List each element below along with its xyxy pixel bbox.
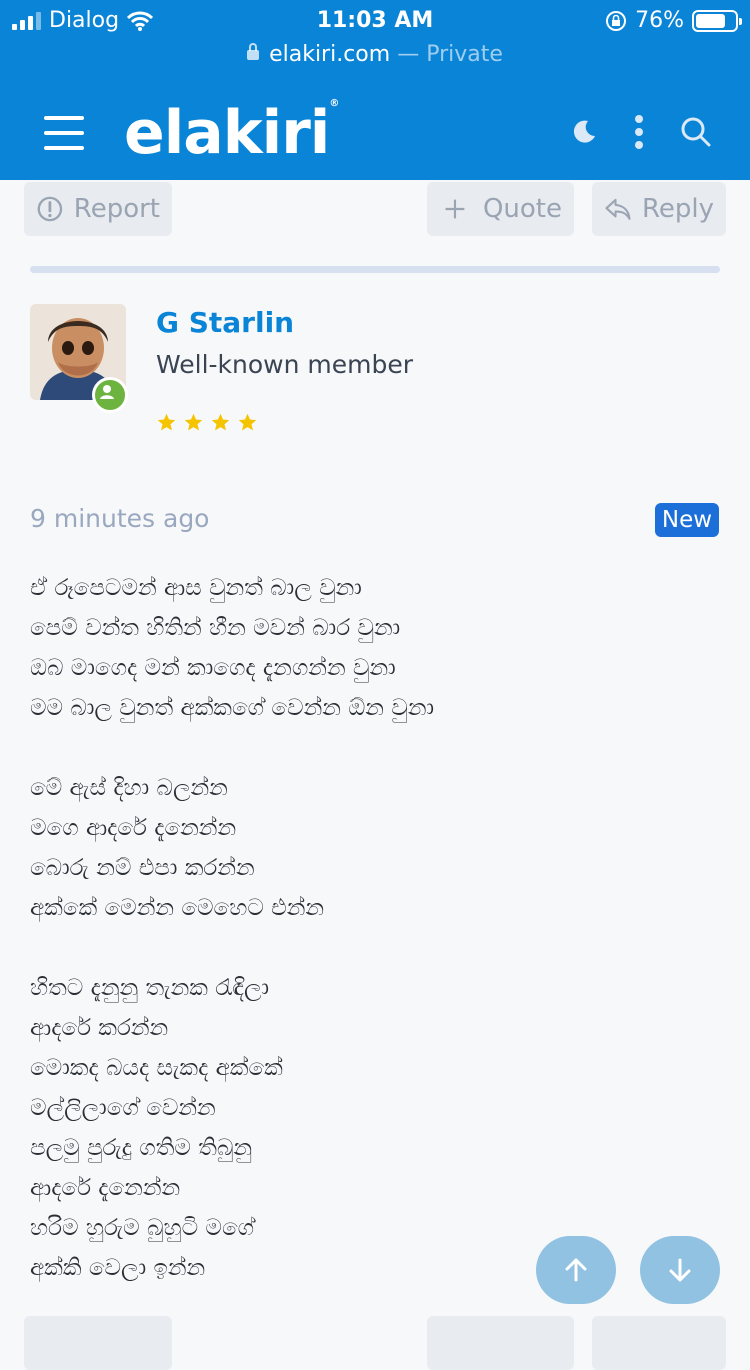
browser-header: Dialog 11:03 AM 76% elakiri.com — Privat… — [0, 0, 750, 180]
post-author[interactable]: G Starlin — [156, 306, 294, 339]
reply-icon — [605, 198, 631, 220]
alert-circle-icon — [37, 196, 63, 222]
post-line: හිතට දැනුනු තැනක රැඳිලා — [30, 975, 270, 1001]
scroll-down-button[interactable] — [640, 1236, 720, 1304]
post-line: බොරු නම් එපා කරන්න — [30, 855, 255, 881]
post-line: ආදරේ දැනෙන්න — [30, 1175, 181, 1201]
post-line: අක්කේ මෙන්න මෙහෙට එන්න — [30, 895, 325, 921]
scroll-up-button[interactable] — [536, 1236, 616, 1304]
post-line: ඒ රූපෙටමන් ආස වුනත් බාල වුනා — [30, 575, 362, 601]
post-line: මේ ඇස් දිහා බලන්න — [30, 775, 228, 801]
site-logo[interactable]: elakiri® — [124, 98, 339, 168]
quote-button[interactable]: Quote — [427, 182, 574, 236]
private-mode-label: — Private — [397, 42, 503, 67]
star-icon — [184, 413, 203, 431]
post-line-break — [30, 728, 434, 768]
next-reply-button[interactable] — [592, 1316, 726, 1370]
post-line: මොකද බයද සැකද අක්කේ — [30, 1055, 283, 1081]
site-navbar: elakiri® — [0, 90, 750, 180]
quote-label: Quote — [482, 194, 562, 224]
online-status-icon — [92, 377, 128, 413]
report-button[interactable]: Report — [24, 182, 172, 236]
battery-percent: 76% — [635, 8, 684, 33]
battery-info: 76% — [605, 8, 742, 33]
logo-text: elakiri — [124, 98, 330, 168]
post-divider — [30, 266, 720, 273]
post-line: ඔබ මාගෙද මන් කාගෙද දැනගන්න වුනා — [30, 655, 396, 681]
scroll-down-icon — [669, 1258, 691, 1282]
star-icon — [157, 413, 176, 431]
scroll-up-icon — [565, 1258, 587, 1282]
author-rating — [156, 412, 258, 433]
url-domain: elakiri.com — [269, 42, 391, 67]
report-label: Report — [73, 194, 160, 224]
reply-label: Reply — [641, 194, 714, 224]
post-line: ආදරේ කරන්න — [30, 1015, 169, 1041]
next-report-button[interactable] — [24, 1316, 172, 1370]
menu-icon[interactable] — [44, 116, 84, 152]
new-badge: New — [655, 503, 719, 537]
post-line: මල්ලිලාගේ වෙන්න — [30, 1095, 216, 1121]
search-icon[interactable] — [680, 116, 712, 148]
author-title: Well-known member — [156, 350, 414, 379]
post-line-break — [30, 928, 434, 968]
url-bar[interactable]: elakiri.com — Private — [0, 42, 750, 67]
star-icon — [211, 413, 230, 431]
next-quote-button[interactable] — [427, 1316, 574, 1370]
post-line: අක්කි වෙලා ඉන්න — [30, 1255, 206, 1281]
rotation-lock-icon — [606, 10, 627, 31]
post-timestamp[interactable]: 9 minutes ago — [30, 504, 209, 533]
post-line: මගෙ ආදරේ දැනෙන්න — [30, 815, 237, 841]
post-line: හරිම හුරුම බුහුටි මගේ — [30, 1215, 255, 1241]
reply-button[interactable]: Reply — [592, 182, 726, 236]
post-line: මම බාල වුනත් අක්කගේ වෙන්න ඕන වුනා — [30, 695, 435, 721]
moon-icon[interactable] — [570, 118, 598, 146]
more-vertical-icon[interactable] — [634, 114, 644, 150]
post-line: පෙම් වන්ත හිතින් හීන මවන් බාර වුනා — [30, 615, 401, 641]
post-line: පලමු පුරුදු ගතිම තිබුනු — [30, 1135, 253, 1161]
plus-icon — [445, 199, 465, 219]
status-bar: Dialog 11:03 AM 76% — [0, 6, 750, 36]
star-icon — [238, 413, 257, 431]
post-body: ඒ රූපෙටමන් ආස වුනත් බාල වුනා පෙම් වන්ත හි… — [30, 568, 434, 1288]
battery-icon — [692, 9, 742, 32]
lock-icon — [247, 43, 260, 60]
